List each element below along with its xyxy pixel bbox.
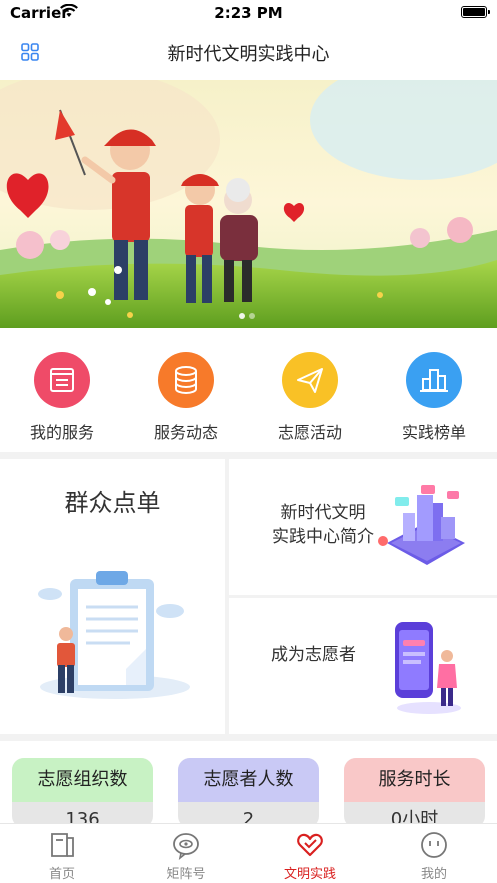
tab-civilization-practice[interactable]: 文明实践 [248, 830, 372, 882]
stat-organization-count: 志愿组织数 136 [12, 758, 153, 828]
card-title: 新时代文明 实践中心简介 [272, 503, 374, 547]
nav-bar: 新时代文明实践中心 [0, 26, 497, 80]
banner-image [0, 80, 497, 328]
tab-label: 我的 [420, 867, 447, 882]
tab-mine[interactable]: 我的 [372, 830, 496, 882]
card-center-intro[interactable]: 新时代文明 实践中心简介 [229, 459, 497, 595]
stats-section: 志愿组织数 136 志愿者人数 2 服务时长 0小时 [0, 741, 497, 828]
quick-link-label: 我的服务 [29, 423, 94, 442]
tab-matrix[interactable]: 矩阵号 [124, 830, 248, 882]
quick-link-volunteer-activity[interactable]: 志愿活动 [248, 352, 372, 443]
clock-label: 2:23 PM [214, 4, 283, 22]
book-icon [51, 833, 74, 857]
stat-label: 服务时长 [344, 758, 485, 802]
city-isometric-illustration [378, 485, 465, 565]
quick-link-ranking[interactable]: 实践榜单 [372, 352, 496, 443]
status-bar: Carrier 2:23 PM [0, 0, 497, 26]
page-title: 新时代文明实践中心 [167, 44, 330, 65]
quick-link-my-service[interactable]: 我的服务 [0, 352, 124, 443]
stat-label: 志愿组织数 [12, 758, 153, 802]
feature-cards: 群众点单 新时代文明 实践中心简介 成为志愿者 [0, 459, 497, 734]
heart-icon [297, 833, 323, 857]
quick-link-label: 实践榜单 [401, 423, 466, 442]
tab-label: 首页 [48, 867, 75, 882]
face-icon [421, 832, 447, 858]
card-title: 成为志愿者 [271, 645, 356, 665]
coin-stack-icon [158, 352, 214, 408]
stat-volunteer-count: 志愿者人数 2 [178, 758, 319, 828]
quick-link-label: 服务动态 [153, 423, 218, 442]
battery-icon [461, 6, 490, 18]
stat-label: 志愿者人数 [178, 758, 319, 802]
quick-link-label: 志愿活动 [277, 423, 342, 442]
card-title: 群众点单 [64, 489, 161, 517]
tab-label: 矩阵号 [166, 867, 206, 882]
tab-home[interactable]: 首页 [0, 830, 124, 882]
phone-volunteer-illustration [395, 622, 461, 714]
eye-chat-icon [173, 833, 199, 860]
tab-bar: 首页 矩阵号 文明实践 我的 [0, 823, 497, 883]
banner-carousel[interactable] [0, 80, 497, 328]
paper-plane-icon [282, 352, 338, 408]
quick-links: 我的服务 服务动态 志愿活动 实践榜单 [0, 328, 497, 452]
podium-icon [406, 352, 462, 408]
clipboard-illustration [38, 571, 190, 699]
list-icon [34, 352, 90, 408]
tab-label: 文明实践 [283, 867, 336, 882]
card-public-order[interactable]: 群众点单 [0, 459, 225, 734]
card-become-volunteer[interactable]: 成为志愿者 [229, 598, 497, 734]
quick-link-service-news[interactable]: 服务动态 [124, 352, 248, 443]
stat-service-hours: 服务时长 0小时 [344, 758, 485, 828]
